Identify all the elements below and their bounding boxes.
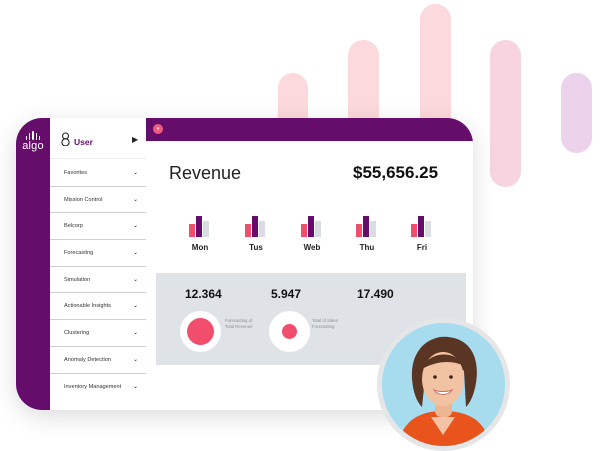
sales-donut-icon	[269, 311, 310, 352]
stat-value: 12.364	[185, 287, 222, 301]
menu-item-label: Simulation	[64, 276, 91, 283]
bar	[301, 224, 307, 237]
menu-item-label: Inventory Management	[64, 383, 122, 390]
chevron-down-icon: ⌄	[132, 330, 138, 337]
chevron-down-icon: ⌄	[132, 303, 138, 310]
chevron-down-icon: ⌄	[132, 250, 138, 257]
day-bars	[356, 216, 376, 237]
bar	[418, 216, 424, 237]
day-label: Tus	[249, 243, 263, 252]
menu-item-label: Anomaly Detection	[64, 356, 111, 363]
bar	[411, 224, 417, 237]
user-label: User	[74, 137, 93, 147]
chevron-down-icon: ⌄	[132, 223, 138, 230]
chevron-down-icon: ⌄	[132, 383, 138, 390]
day-group: Tus	[242, 210, 272, 260]
bar	[363, 216, 369, 237]
chevron-down-icon: ⌄	[132, 196, 138, 203]
logo-text: algo	[22, 140, 44, 152]
menu-item-label: Forecasting	[64, 250, 94, 257]
expand-arrow-icon[interactable]: ▶	[132, 135, 138, 144]
menu-item-label: Favorites	[64, 170, 88, 176]
day-bars	[189, 216, 209, 237]
menu-item-label: Mission Control	[64, 196, 103, 203]
bar	[189, 224, 195, 237]
side-menu: User ▶ Favorites ⌄ Mission Control ⌄ Belco…	[50, 118, 146, 410]
revenue-amount: $55,656.25	[353, 163, 439, 182]
stat-value: 17.490	[357, 287, 394, 301]
chevron-down-icon: ⌄	[132, 356, 138, 363]
decorative-pill	[420, 4, 451, 134]
revenue-donut-icon	[180, 311, 221, 352]
menu-item-label: Actionable Insights	[64, 303, 111, 310]
decorative-pill	[561, 73, 592, 153]
bar	[308, 216, 314, 237]
bar	[252, 216, 258, 237]
top-bar: ▾	[146, 118, 473, 141]
user-icon	[61, 132, 70, 146]
menu-list: Favorites ⌄ Mission Control ⌄ Belcorp ⌄ For…	[50, 160, 146, 399]
menu-item-clustering[interactable]: Clustering ⌄	[50, 320, 146, 347]
decorative-pill	[490, 40, 521, 187]
revenue-title: Revenue	[169, 163, 242, 183]
stat-value: 5.947	[271, 287, 302, 301]
logo-mark-icon	[16, 131, 50, 140]
day-label: Mon	[191, 243, 209, 252]
day-bars	[411, 216, 431, 237]
day-label: Fri	[416, 243, 428, 252]
bar	[196, 216, 202, 237]
day-group: Thu	[353, 210, 383, 260]
day-bars	[301, 216, 321, 237]
bar	[356, 224, 362, 237]
bar	[203, 221, 209, 237]
day-label: Thu	[359, 243, 375, 252]
menu-item-mission-control[interactable]: Mission Control ⌄	[50, 187, 146, 214]
stat-caption: Total of Sales Forecasting	[312, 318, 338, 329]
day-group: Web	[298, 210, 328, 260]
bar	[315, 221, 321, 237]
bar	[259, 221, 265, 237]
menu-item-belcorp[interactable]: Belcorp ⌄	[50, 213, 146, 241]
stat-caption: Forecasting of Total Revenue	[225, 318, 253, 329]
chevron-down-icon: ⌄	[132, 276, 138, 283]
menu-item-favorites[interactable]: Favorites ⌄	[50, 160, 146, 187]
day-group: Fri	[408, 210, 438, 260]
day-group: Mon	[186, 210, 216, 260]
menu-item-label: Belcorp	[64, 223, 83, 230]
day-label: Web	[303, 243, 321, 252]
day-bars	[245, 216, 265, 237]
menu-item-actionable-insights[interactable]: Actionable Insights ⌄	[50, 293, 146, 321]
menu-item-forecasting[interactable]: Forecasting ⌄	[50, 240, 146, 267]
menu-item-inventory-management[interactable]: Inventory Management ⌄	[50, 374, 146, 400]
weekly-bars: Mon Tus Web Thu Fri	[186, 210, 456, 260]
sidebar-rail: algo	[16, 118, 50, 410]
bar	[370, 221, 376, 237]
chevron-down-icon: ⌄	[132, 170, 138, 176]
user-avatar	[377, 318, 510, 451]
menu-item-simulation[interactable]: Simulation ⌄	[50, 267, 146, 294]
bar	[245, 224, 251, 237]
menu-item-label: Clustering	[64, 330, 90, 337]
dropdown-button[interactable]: ▾	[153, 124, 163, 134]
brand-logo[interactable]: algo	[16, 131, 50, 152]
decorative-pill	[348, 40, 379, 130]
menu-item-anomaly-detection[interactable]: Anomaly Detection ⌄	[50, 347, 146, 374]
person-portrait-icon	[382, 323, 505, 446]
avatar-photo	[382, 323, 505, 446]
bar	[425, 221, 431, 237]
user-menu[interactable]: User ▶	[50, 118, 146, 159]
